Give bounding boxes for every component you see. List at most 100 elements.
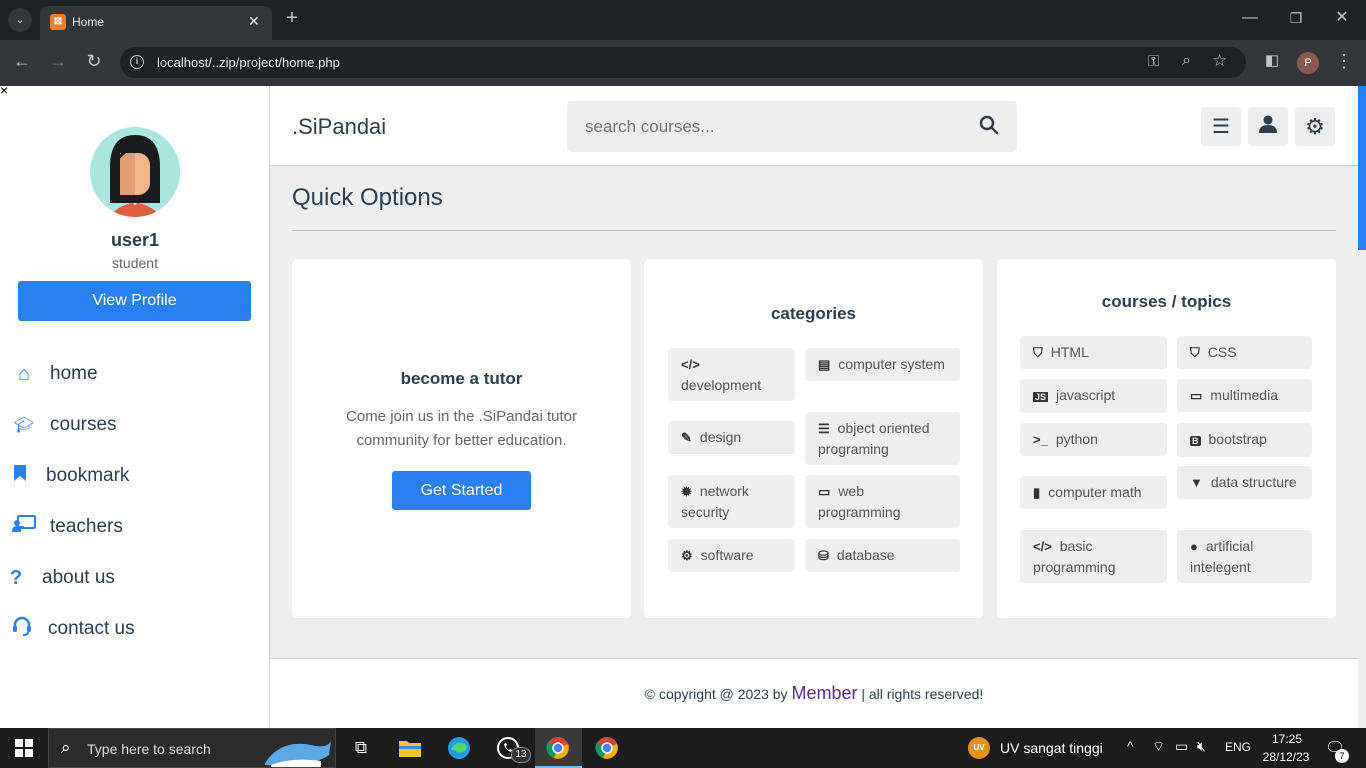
view-profile-button[interactable]: View Profile — [18, 281, 251, 321]
sidebar-item-label: teachers — [50, 516, 123, 537]
title-divider — [292, 230, 1336, 231]
sidebar-item-label: about us — [42, 567, 115, 588]
topic-artificial-intelligence[interactable]: ● artificial intelegent — [1177, 530, 1312, 583]
edge-browser-icon[interactable] — [445, 734, 473, 762]
topic-python[interactable]: >_ python — [1020, 423, 1167, 456]
site-info-icon[interactable]: i — [130, 55, 144, 69]
tutor-title: become a tutor — [400, 369, 523, 388]
url-text: localhost/..zip/project/home.php — [157, 55, 340, 70]
bars-icon: ☰ — [1212, 116, 1230, 138]
windows-start-icon[interactable] — [10, 734, 38, 762]
cog-icon: ⚙ — [681, 548, 693, 563]
sidebar-close-icon[interactable]: × — [0, 86, 8, 98]
search-input[interactable] — [567, 101, 967, 152]
server-icon: ▤ — [818, 357, 831, 372]
tab-close-icon[interactable]: ✕ — [248, 13, 260, 30]
category-software[interactable]: ⚙ software — [668, 539, 795, 572]
tab-search-button[interactable]: ⌄ — [8, 8, 32, 32]
file-explorer-icon[interactable] — [396, 734, 424, 762]
search-icon[interactable] — [979, 115, 999, 140]
user-button[interactable] — [1248, 107, 1288, 146]
xampp-favicon-icon: ⊠ — [50, 14, 66, 30]
topic-css[interactable]: ⛉ CSS — [1177, 336, 1312, 369]
pen-icon: ✎ — [681, 430, 692, 445]
minimize-icon[interactable]: — — [1238, 8, 1262, 32]
topic-html[interactable]: ⛉ HTML — [1020, 336, 1167, 369]
tutor-text: Come join us in the .SiPandai tutor comm… — [346, 408, 577, 449]
topic-basic-programming[interactable]: </> basic programming — [1020, 530, 1167, 583]
whatsapp-badge: 13 — [511, 747, 531, 763]
sidebar-item-teachers[interactable]: teachers — [12, 512, 123, 542]
theme-toggle-button[interactable]: ⚙ — [1295, 107, 1335, 146]
sidebar-item-home[interactable]: ⌂ home — [12, 359, 98, 389]
categories-card: categories </> development ▤ computer syst… — [644, 259, 983, 618]
scrollbar-thumb[interactable] — [1358, 86, 1366, 250]
sidebar-item-about[interactable]: ? about us — [4, 563, 115, 593]
chalkboard-teacher-icon — [12, 515, 36, 539]
chip-label: development — [681, 377, 762, 393]
menu-button[interactable]: ☰ — [1201, 107, 1241, 146]
chip-label: CSS — [1207, 344, 1237, 360]
topic-javascript[interactable]: JS javascript — [1020, 379, 1167, 413]
window-close-icon[interactable]: ✕ — [1330, 8, 1354, 32]
reload-icon[interactable]: ↻ — [82, 51, 106, 75]
battery-icon[interactable]: ▭ — [1175, 738, 1188, 755]
topic-data-structure[interactable]: ▼ data structure — [1177, 466, 1312, 499]
database-icon: ⛁ — [818, 548, 829, 563]
js-icon: JS — [1033, 392, 1049, 402]
uv-weather-icon[interactable]: UV — [968, 737, 990, 759]
clock-time[interactable]: 17:25 — [1262, 732, 1312, 746]
task-view-icon[interactable]: ⧉ — [347, 734, 375, 762]
chip-label: HTML — [1050, 344, 1089, 360]
chrome-active-taskbar-item[interactable] — [535, 728, 582, 768]
language-indicator[interactable]: ENG — [1225, 740, 1251, 754]
show-hidden-icons-icon[interactable]: ^ — [1127, 738, 1134, 754]
sidebar-item-label: bookmark — [46, 465, 130, 486]
new-tab-icon[interactable]: + — [280, 8, 304, 32]
side-panel-icon[interactable]: ◧ — [1260, 51, 1284, 75]
sidebar-item-courses[interactable]: 🎓︎ courses — [12, 410, 117, 440]
page-title: Quick Options — [292, 184, 443, 211]
category-computer-system[interactable]: ▤ computer system — [805, 348, 960, 381]
chip-label: data structure — [1210, 474, 1297, 490]
list-icon: ☰ — [818, 421, 830, 436]
sidebar-item-label: courses — [50, 414, 117, 435]
taskbar-search-box[interactable]: ⌕ Type here to search — [48, 728, 336, 768]
volume-muted-icon[interactable]: 🔇︎ — [1197, 738, 1206, 755]
sidebar-item-bookmark[interactable]: bookmark — [8, 461, 129, 491]
topic-bootstrap[interactable]: Bbootstrap — [1177, 423, 1312, 457]
code-icon: </> — [1033, 539, 1052, 554]
sidebar-item-contact[interactable]: contact us — [10, 614, 135, 644]
back-icon[interactable]: ← — [10, 51, 34, 75]
topic-computer-math[interactable]: ▮ computer math — [1020, 476, 1167, 509]
topic-multimedia[interactable]: ▭ multimedia — [1177, 379, 1312, 412]
bug-icon: ✹ — [681, 484, 692, 499]
restore-icon[interactable]: ❐ — [1284, 8, 1308, 32]
clock-date[interactable]: 28/12/23 — [1256, 750, 1316, 764]
url-bar[interactable]: i localhost/..zip/project/home.php ⚿ ⌕ ☆ — [120, 47, 1246, 78]
site-logo[interactable]: .SiPandai — [292, 114, 386, 140]
zoom-icon[interactable]: ⌕ — [1182, 52, 1191, 70]
browser-menu-icon[interactable]: ⋮ — [1332, 51, 1356, 75]
category-database[interactable]: ⛁ database — [805, 539, 960, 572]
category-web-programming[interactable]: ▭ web programming — [805, 475, 960, 528]
chip-label: javascript — [1056, 387, 1116, 403]
desktop-icon: ▭ — [1190, 388, 1203, 403]
category-design[interactable]: ✎ design — [668, 421, 795, 454]
bookmark-star-icon[interactable]: ☆ — [1212, 51, 1227, 71]
profile-avatar[interactable]: P — [1297, 52, 1319, 74]
taskbar-search-icon: ⌕ — [61, 738, 71, 757]
home-icon: ⌂ — [17, 362, 31, 385]
category-development[interactable]: </> development — [668, 348, 795, 401]
wifi-icon[interactable]: ⌔ — [1152, 738, 1165, 756]
get-started-button[interactable]: Get Started — [392, 471, 531, 510]
weather-text[interactable]: UV sangat tinggi — [1000, 740, 1103, 756]
category-network-security[interactable]: ✹ network security — [668, 475, 795, 528]
chrome-icon[interactable] — [593, 734, 621, 762]
browser-tab-bar: ⌄ ⊠ Home ✕ + — ❐ ✕ — [0, 0, 1366, 40]
forward-icon[interactable]: → — [46, 51, 70, 75]
category-oop[interactable]: ☰ object oriented programing — [805, 412, 960, 465]
password-key-icon[interactable]: ⚿ — [1148, 53, 1159, 70]
search-form — [567, 101, 1017, 152]
browser-tab[interactable]: ⊠ Home ✕ — [40, 6, 272, 40]
